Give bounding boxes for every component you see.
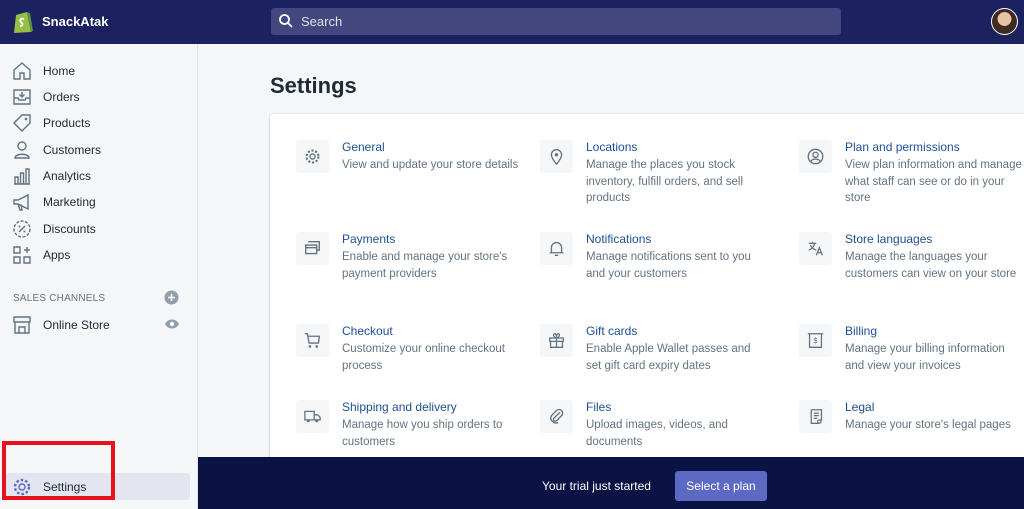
sidebar-item-label: Analytics: [43, 169, 92, 183]
tile-title: Files: [586, 400, 612, 414]
sidebar-item-label: Discounts: [43, 222, 96, 236]
gift-icon: [549, 333, 564, 348]
tile-title: Checkout: [342, 324, 393, 338]
sidebar-item-label: Customers: [43, 143, 102, 157]
search-icon: [279, 14, 293, 28]
search-bar[interactable]: Search: [271, 8, 841, 35]
tile-title: Store languages: [845, 232, 933, 246]
trial-message: Your trial just started: [542, 479, 651, 493]
home-icon: [13, 62, 31, 80]
truck-icon: [304, 410, 321, 423]
select-plan-button[interactable]: Select a plan: [675, 471, 767, 501]
svg-text:$: $: [813, 336, 818, 345]
add-circle-icon[interactable]: [164, 290, 179, 305]
trial-banner: Your trial just started Select a plan: [198, 457, 1024, 509]
sidebar-item-analytics[interactable]: Analytics: [0, 163, 198, 189]
tile-title: Gift cards: [586, 324, 638, 338]
top-bar: SnackAtak Search: [0, 0, 1024, 44]
apps-icon: [13, 246, 31, 264]
sidebar-item-label: Products: [43, 116, 91, 130]
tile-description: Upload images, videos, and documents: [586, 419, 728, 448]
sidebar-item-label: Marketing: [43, 195, 96, 209]
tile-description: Customize your online checkout process: [342, 343, 505, 372]
megaphone-icon: [13, 193, 29, 211]
sidebar-item-marketing[interactable]: Marketing: [0, 189, 198, 215]
tile-description: Manage your store's legal pages: [845, 419, 1011, 431]
discount-icon: [13, 220, 31, 238]
annotation-highlight-box: [2, 441, 115, 500]
store-icon: [13, 316, 31, 334]
search-placeholder: Search: [301, 14, 343, 29]
tile-title: Billing: [845, 324, 878, 338]
cart-icon: [304, 333, 321, 348]
legal-icon: [810, 409, 823, 424]
sidebar-item-products[interactable]: Products: [0, 110, 198, 136]
tile-title: Notifications: [586, 232, 652, 246]
sidebar-item-label: Apps: [43, 248, 71, 262]
sidebar-item-customers[interactable]: Customers: [0, 137, 198, 163]
tile-title: Locations: [586, 140, 638, 154]
location-pin-icon: [550, 149, 563, 165]
tag-icon: [13, 114, 31, 132]
tile-description: Manage notifications sent to you and you…: [586, 251, 751, 280]
bar-chart-icon: [14, 168, 30, 185]
tile-title: Shipping and delivery: [342, 400, 457, 414]
tile-description: Enable and manage your store's payment p…: [342, 251, 508, 280]
tile-description: Manage your billing information and view…: [845, 343, 1005, 372]
sidebar-item-discounts[interactable]: Discounts: [0, 216, 198, 242]
billing-icon: $: [807, 333, 824, 348]
person-circle-icon: [807, 148, 824, 165]
bell-icon: [549, 241, 564, 256]
sales-channels-heading: SALES CHANNELS: [13, 293, 106, 304]
eye-icon[interactable]: [164, 318, 180, 330]
tile-description: Manage how you ship orders to customers: [342, 419, 503, 448]
settings-card: General View and update your store detai…: [270, 114, 1024, 464]
tile-description: Enable Apple Wallet passes and set gift …: [586, 343, 751, 372]
page-title: Settings: [270, 73, 357, 98]
sidebar-item-home[interactable]: Home: [0, 58, 198, 84]
person-icon: [14, 141, 30, 159]
tile-description: Manage the places you stock inventory, f…: [586, 159, 744, 204]
paperclip-icon: [550, 408, 564, 424]
store-name[interactable]: SnackAtak: [42, 14, 108, 29]
tile-title: Legal: [845, 400, 875, 414]
tile-title: Payments: [342, 232, 396, 246]
tile-title: Plan and permissions: [845, 140, 960, 154]
tile-description: View plan information and manage what st…: [845, 159, 1022, 204]
sidebar-item-label: Online Store: [43, 318, 110, 332]
sidebar-item-orders[interactable]: Orders: [0, 84, 198, 110]
sidebar-item-apps[interactable]: Apps: [0, 242, 198, 268]
shopify-logo-icon[interactable]: [12, 9, 34, 35]
translate-icon: [808, 241, 823, 256]
orders-icon: [13, 89, 31, 105]
sidebar-item-label: Home: [43, 64, 76, 78]
tile-description: Manage the languages your customers can …: [845, 251, 1017, 280]
sidebar: Home Orders Products Customers Analytics…: [0, 44, 198, 509]
payments-icon: [305, 241, 320, 255]
avatar[interactable]: [991, 8, 1018, 35]
sidebar-item-label: Orders: [43, 90, 80, 104]
gear-icon: [305, 149, 320, 164]
tile-description: View and update your store details: [342, 159, 519, 171]
tile-title: General: [342, 140, 385, 154]
